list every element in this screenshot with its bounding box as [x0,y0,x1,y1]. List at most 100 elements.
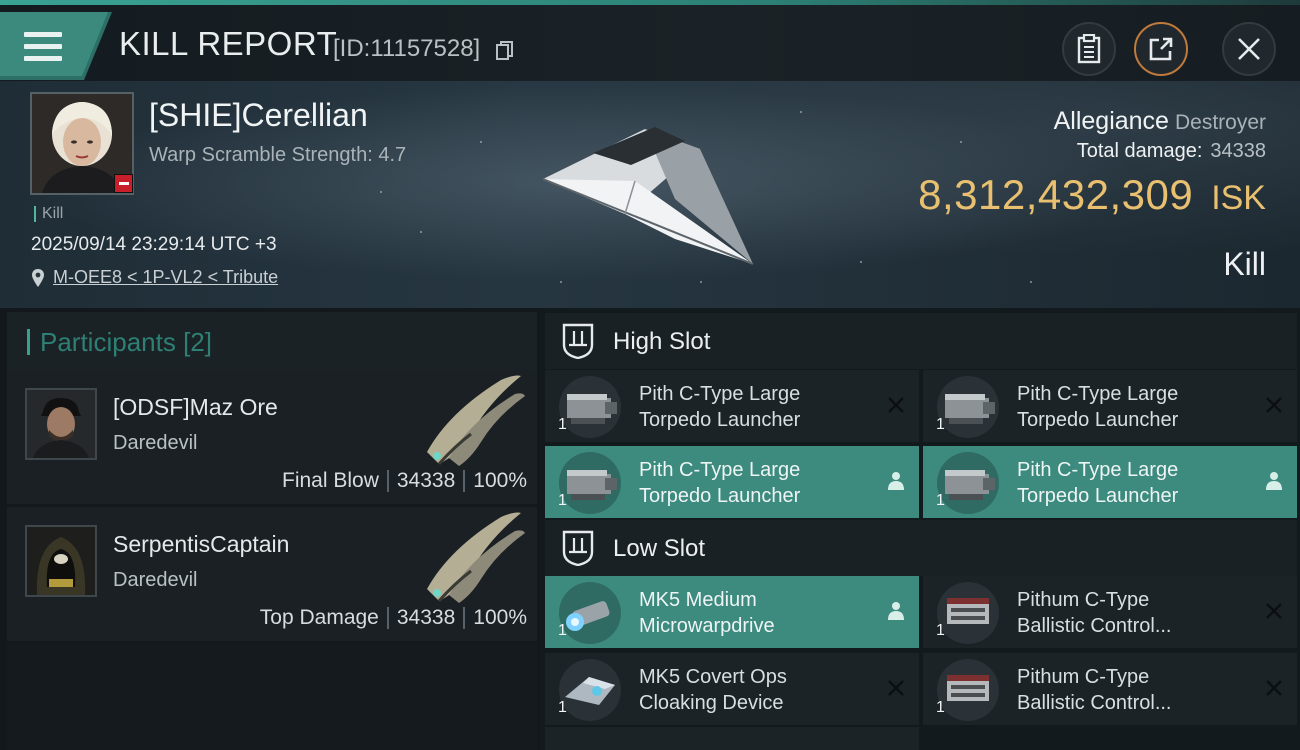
negative-standing-icon [114,174,133,193]
participant-row[interactable]: SerpentisCaptain Daredevil Top Damage 343… [7,507,537,641]
participant-percent: 100% [473,606,527,629]
participants-title: Participants [2] [27,329,212,355]
module-quantity: 1 [558,699,567,716]
hamburger-menu-icon [24,32,62,62]
module-name-line2: Ballistic Control... [1017,615,1172,637]
module-name: Pith C-Type Large Torpedo Launcher [639,457,875,509]
total-damage: Total damage: 34338 [1077,140,1266,163]
high-slot-header: High Slot [545,313,1297,369]
module-item[interactable]: 1 Pithum C-Type Ballistic Control... [923,576,1297,648]
participant-role: Top Damage [259,606,379,629]
module-item[interactable]: 1 Pith C-Type Large Torpedo Launcher [923,446,1297,518]
module-name: Pithum C-Type Ballistic Control... [1017,664,1253,716]
destroyed-icon [885,394,907,416]
module-name: Pith C-Type Large Torpedo Launcher [639,381,875,433]
module-name-line1: Pith C-Type Large [1017,459,1179,481]
module-quantity: 1 [936,416,945,433]
total-damage-value: 34338 [1210,140,1266,162]
empty-row [7,644,537,750]
module-item[interactable]: 1 Pith C-Type Large Torpedo Launcher [545,370,919,442]
participant-name[interactable]: [ODSF]Maz Ore [113,394,278,421]
participant-stats: Top Damage 34338 100% [260,606,527,630]
victim-ship-render [542,127,754,265]
module-item[interactable]: 1 MK5 Medium Microwarpdrive [545,576,919,648]
participant-row[interactable]: [ODSF]Maz Ore Daredevil Final Blow 34338 1… [7,370,537,504]
share-icon [1149,37,1173,61]
copy-icon[interactable] [496,41,514,61]
share-button[interactable] [1134,22,1188,76]
torpedo-launcher-icon [937,452,999,514]
participant-role: Final Blow [282,469,379,492]
kill-location[interactable]: M-OEE8 < 1P-VL2 < Tribute [31,267,278,288]
ballistic-control-icon [937,582,999,644]
ship-class: Destroyer [1174,111,1266,134]
microwarpdrive-icon [559,582,621,644]
module-quantity: 1 [936,699,945,716]
person-icon [885,600,907,622]
torpedo-launcher-icon [937,376,999,438]
low-slot-icon [562,530,594,566]
low-slot-title: Low Slot [613,535,706,562]
participant-ship-render [427,512,525,603]
high-slot-title: High Slot [613,328,711,355]
participant-name[interactable]: SerpentisCaptain [113,531,289,558]
module-name-line2: Torpedo Launcher [639,409,801,431]
destroyed-icon [1263,394,1285,416]
module-name-line2: Cloaking Device [639,692,784,714]
isk-unit: ISK [1211,179,1266,217]
close-button[interactable] [1222,22,1276,76]
ship-name[interactable]: Allegiance [1054,107,1169,135]
module-name-line2: Torpedo Launcher [639,485,801,507]
module-name-line1: Pithum C-Type [1017,666,1150,688]
module-name-line1: MK5 Medium [639,589,757,611]
module-name-line1: MK5 Covert Ops [639,666,787,688]
cloaking-device-icon [559,659,621,721]
kill-tag: Kill [34,206,63,222]
module-name: MK5 Covert Ops Cloaking Device [639,664,875,716]
low-slot-header: Low Slot [545,520,1297,576]
module-name-line2: Torpedo Launcher [1017,485,1179,507]
page-title: KILL REPORT [119,25,338,62]
total-damage-label: Total damage: [1076,140,1203,162]
victim-name[interactable]: [SHIE]Cerellian [149,97,368,134]
torpedo-launcher-icon [559,376,621,438]
ballistic-control-icon [937,659,999,721]
module-quantity: 1 [558,492,567,509]
destroyed-icon [885,677,907,699]
person-icon [885,470,907,492]
participant-damage: 34338 [396,469,456,492]
module-quantity: 1 [558,622,567,639]
module-name: Pithum C-Type Ballistic Control... [1017,587,1253,639]
module-quantity: 1 [558,416,567,433]
participant-stats: Final Blow 34338 100% [282,469,527,493]
module-name-line1: Pith C-Type Large [639,459,801,481]
module-name-line1: Pith C-Type Large [639,383,801,405]
participant-avatar[interactable] [25,525,97,597]
participants-title-text: Participants [40,327,176,357]
module-name-line1: Pithum C-Type [1017,589,1150,611]
destroyed-icon [1263,677,1285,699]
close-icon [1238,38,1260,60]
module-item[interactable]: 1 Pith C-Type Large Torpedo Launcher [545,446,919,518]
module-quantity: 1 [936,622,945,639]
participant-avatar[interactable] [25,388,97,460]
participant-ship-render [427,375,525,466]
module-name-line2: Microwarpdrive [639,615,775,637]
module-item[interactable]: 1 Pith C-Type Large Torpedo Launcher [923,370,1297,442]
module-name: MK5 Medium Microwarpdrive [639,587,875,639]
location-pin-icon [32,268,44,287]
header-bar: KILL REPORT [ID:11157528] [0,5,1300,81]
module-name: Pith C-Type Large Torpedo Launcher [1017,381,1253,433]
location-link[interactable]: M-OEE8 < 1P-VL2 < Tribute [53,267,278,288]
participants-panel: Participants [2] [ODSF]Maz Ore Daredevil… [0,308,540,750]
module-name: Pith C-Type Large Torpedo Launcher [1017,457,1253,509]
warp-scramble-strength: Warp Scramble Strength: 4.7 [149,144,407,166]
module-name-line2: Ballistic Control... [1017,692,1172,714]
module-item[interactable]: 1 Pithum C-Type Ballistic Control... [923,653,1297,725]
menu-button[interactable] [0,12,112,80]
module-name-line1: Pith C-Type Large [1017,383,1179,405]
participants-count: [2] [183,327,212,357]
module-item[interactable]: 1 MK5 Covert Ops Cloaking Device [545,653,919,725]
clipboard-button[interactable] [1062,22,1116,76]
module-item-partial[interactable] [545,727,919,750]
